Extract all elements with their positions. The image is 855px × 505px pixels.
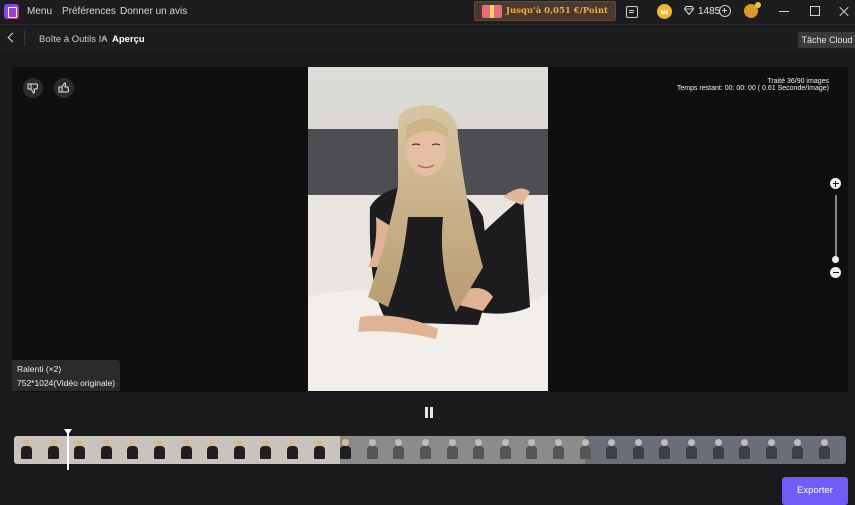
back-button[interactable]: [4, 31, 18, 45]
timeline-thumbnail: [206, 439, 219, 461]
timeline-thumbnail: [472, 439, 485, 461]
close-button[interactable]: [829, 0, 855, 22]
menu-button[interactable]: Menu: [27, 6, 52, 17]
export-button[interactable]: Exporter: [782, 477, 848, 505]
app-logo-icon: [4, 4, 19, 19]
video-preview-image: [308, 67, 548, 391]
gift-icon: [482, 5, 502, 18]
cloud-task-button[interactable]: Tâche Cloud: [798, 32, 855, 48]
thumbs-down-button[interactable]: [23, 78, 43, 98]
playhead[interactable]: [67, 430, 69, 470]
chat-icon[interactable]: [626, 6, 638, 18]
breadcrumb-current: Aperçu: [112, 34, 145, 45]
zoom-slider[interactable]: [834, 195, 837, 262]
video-info-box: Ralenti (×2) 752*1024(Vidéo originale): [12, 360, 120, 391]
timeline-thumbnail: [419, 439, 432, 461]
preferences-menu[interactable]: Préférences: [62, 6, 116, 17]
divider: [24, 30, 25, 46]
promo-text: Jusqu'à 0,051 €/Point: [506, 6, 608, 16]
maximize-button[interactable]: [800, 0, 830, 22]
timeline-thumbnail: [47, 439, 60, 461]
zoom-in-button[interactable]: [830, 178, 841, 189]
timeline-thumbnail: [685, 439, 698, 461]
thumbs-up-button[interactable]: [54, 78, 74, 98]
timeline-thumbnail: [446, 439, 459, 461]
minimize-button[interactable]: [769, 0, 799, 22]
timeline-thumbnail: [632, 439, 645, 461]
feedback-menu[interactable]: Donner un avis: [120, 6, 187, 17]
timeline-thumbnail: [339, 439, 352, 461]
processing-status: Traité 36/90 images: [767, 78, 829, 85]
timeline-thumbnail: [579, 439, 592, 461]
timeline-thumbnail: [100, 439, 113, 461]
zoom-slider-thumb[interactable]: [832, 256, 839, 263]
timeline-thumbnail: [738, 439, 751, 461]
account-icon[interactable]: [744, 2, 761, 18]
thumbs-up-icon: [58, 82, 70, 93]
timeline-thumbnail: [73, 439, 86, 461]
timeline-thumbnail: [366, 439, 379, 461]
nav-bar: Boîte à Outils IA > Aperçu Tâche Cloud: [0, 24, 855, 53]
timeline-thumbnail: [286, 439, 299, 461]
timeline-thumbnail: [259, 439, 272, 461]
timeline-strip[interactable]: [14, 436, 846, 464]
timeline-thumbnail: [658, 439, 671, 461]
promo-banner[interactable]: Jusqu'à 0,051 €/Point: [474, 1, 616, 21]
timeline-thumbnail: [791, 439, 804, 461]
timeline-thumbnail: [499, 439, 512, 461]
remaining-time: Temps restant: 00: 00: 00 ( 0.61 Seconde…: [676, 85, 829, 92]
gem-icon: [684, 6, 694, 15]
gem-count: 1485: [698, 6, 721, 17]
zoom-out-button[interactable]: [830, 267, 841, 278]
breadcrumb-separator: >: [101, 34, 107, 45]
timeline-thumbnail: [525, 439, 538, 461]
timeline-thumbnail: [552, 439, 565, 461]
timeline-thumbnail: [392, 439, 405, 461]
thumbs-down-icon: [27, 83, 39, 94]
resolution-label: 752*1024(Vidéo originale): [17, 378, 116, 388]
add-credits-icon[interactable]: [719, 5, 731, 17]
pause-button[interactable]: [423, 406, 435, 419]
timeline-thumbnail: [605, 439, 618, 461]
speed-mode-label: Ralenti (×2): [17, 364, 62, 374]
timeline-thumbnail: [20, 439, 33, 461]
timeline-thumbnail: [712, 439, 725, 461]
timeline-thumbnail: [765, 439, 778, 461]
timeline-thumbnail: [313, 439, 326, 461]
timeline-thumbnail: [126, 439, 139, 461]
timeline-thumbnail: [233, 439, 246, 461]
title-bar: Menu Préférences Donner un avis Jusqu'à …: [0, 0, 855, 24]
timeline-thumbnail: [180, 439, 193, 461]
timeline-thumbnail: [153, 439, 166, 461]
crown-icon[interactable]: [657, 4, 672, 19]
breadcrumb-ai-toolbox[interactable]: Boîte à Outils IA: [39, 34, 108, 45]
timeline-thumbnail: [818, 439, 831, 461]
